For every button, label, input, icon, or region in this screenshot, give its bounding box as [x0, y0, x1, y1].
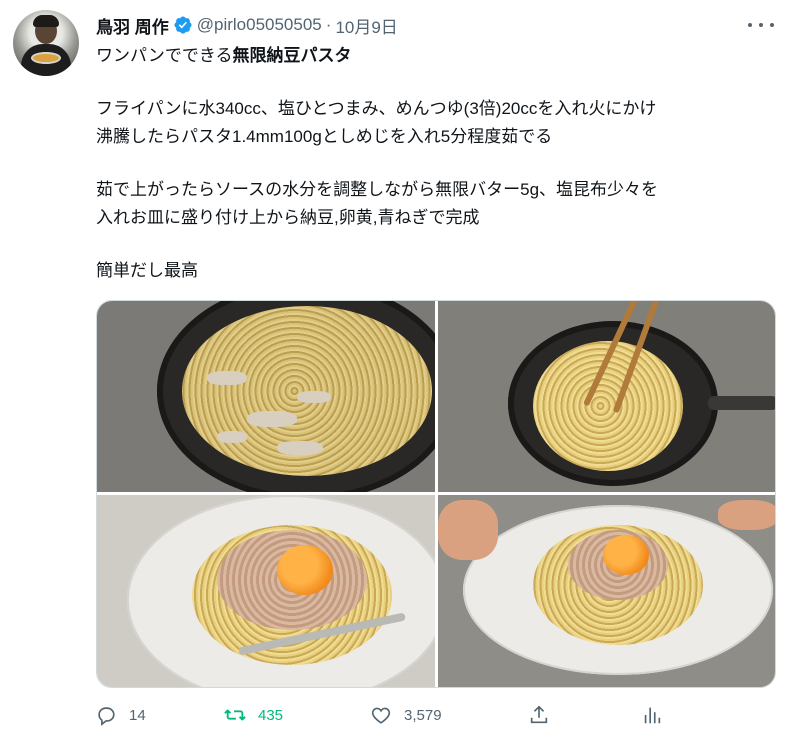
retweet-button[interactable]: 435 [224, 700, 283, 730]
photo-pasta-stirring[interactable] [438, 301, 775, 492]
heart-icon [371, 707, 391, 724]
photo-pasta-plated-served[interactable] [438, 495, 775, 687]
analytics-icon [644, 707, 661, 724]
tweet-text: ワンパンでできる無限納豆パスタ フライパンに水340cc、塩ひとつまみ、めんつゆ… [96, 42, 786, 285]
header-separator: · [325, 15, 332, 34]
tweet-actions: 14 435 3,579 [0, 700, 800, 730]
verified-badge-icon [174, 16, 192, 34]
more-options-icon[interactable] [748, 16, 774, 34]
retweet-count: 435 [258, 706, 284, 724]
like-button[interactable]: 3,579 [370, 700, 442, 730]
tweet-date[interactable]: 10月9日 [335, 13, 397, 38]
photo-pasta-plated-closeup[interactable] [97, 495, 435, 687]
author-name[interactable]: 鳥羽 周作 [96, 13, 169, 38]
tweet-line-4: 茹で上がったらソースの水分を調整しながら無限バター5g、塩昆布少々を [96, 180, 659, 199]
share-button[interactable] [528, 700, 550, 730]
tweet-header: 鳥羽 周作 @pirlo05050505 · 10月9日 [96, 13, 398, 37]
author-handle[interactable]: @pirlo05050505 [197, 15, 322, 35]
media-grid [96, 300, 776, 688]
tweet-line-1: ワンパンでできる無限納豆パスタ [96, 46, 352, 65]
tweet-line-5: 入れお皿に盛り付け上から納豆,卵黄,青ねぎで完成 [96, 208, 480, 227]
share-icon [530, 705, 548, 724]
photo-pasta-boiling[interactable] [97, 301, 435, 492]
reply-count: 14 [129, 706, 146, 724]
like-count: 3,579 [404, 706, 442, 724]
reply-icon [98, 707, 115, 726]
tweet-line-3: 沸騰したらパスタ1.4mm100gとしめじを入れ5分程度茹でる [96, 127, 553, 146]
retweet-icon [224, 709, 246, 721]
analytics-button[interactable] [641, 700, 663, 730]
avatar[interactable] [13, 10, 79, 76]
reply-button[interactable]: 14 [95, 700, 146, 730]
tweet-line-6: 簡単だし最高 [96, 261, 198, 280]
tweet-line-2: フライパンに水340cc、塩ひとつまみ、めんつゆ(3倍)20ccを入れ火にかけ [96, 99, 657, 118]
recipe-title: 無限納豆パスタ [232, 46, 352, 65]
tweet: 鳥羽 周作 @pirlo05050505 · 10月9日 ワンパンでできる無限納… [0, 0, 800, 747]
